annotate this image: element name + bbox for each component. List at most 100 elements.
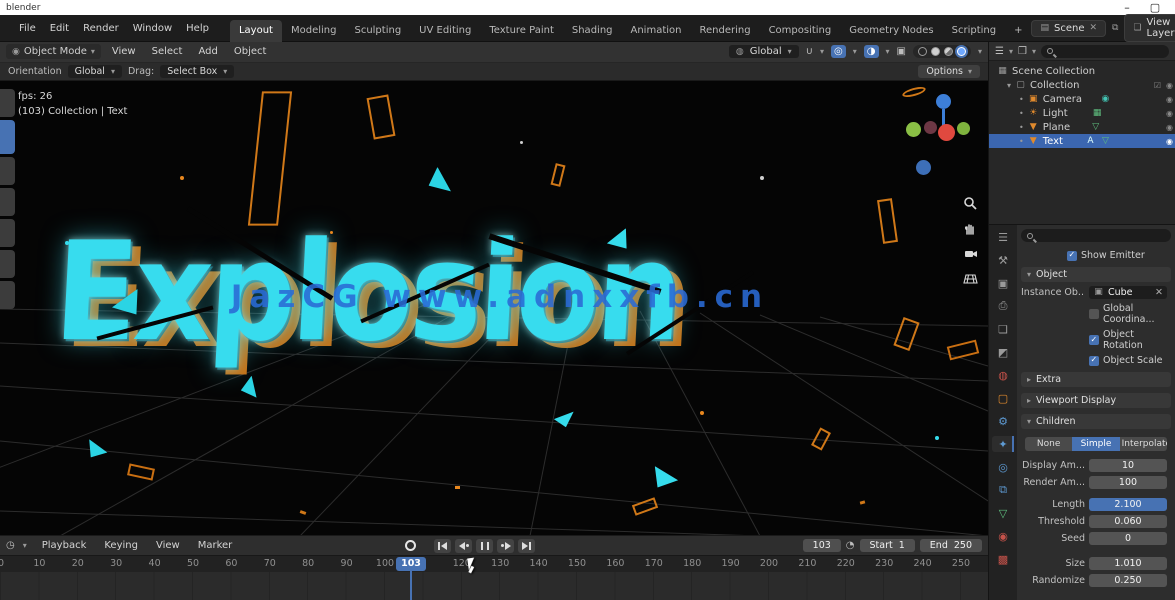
outliner-row-light[interactable]: • ☀ Light ▦ ◉ — [989, 106, 1175, 120]
drag-mode-dropdown[interactable]: Select Box▾ — [160, 65, 234, 78]
tab-texture[interactable]: ▩ — [992, 551, 1014, 567]
render-visibility-icon[interactable]: ◉ — [1166, 95, 1173, 104]
properties-search-input[interactable] — [1021, 229, 1171, 242]
tool-button[interactable] — [0, 281, 15, 309]
workspace-tab[interactable]: UV Editing — [410, 20, 480, 42]
pan-hand-icon[interactable] — [963, 221, 978, 236]
menu-item[interactable]: Edit — [43, 20, 76, 37]
clock-icon[interactable]: ◔ — [846, 540, 855, 551]
workspace-tab[interactable]: Shading — [563, 20, 622, 42]
timeline-menu-item[interactable]: Playback — [35, 537, 94, 554]
clock-editor-icon[interactable]: ◷ — [6, 540, 15, 551]
axis-y-neg-handle[interactable] — [957, 122, 970, 135]
length-field[interactable]: 2.100 — [1089, 498, 1167, 511]
threshold-field[interactable]: 0.060 — [1089, 515, 1167, 528]
timeline-menu-item[interactable]: View — [149, 537, 187, 554]
tab-output[interactable]: ⎙ — [992, 298, 1014, 314]
options-button[interactable]: Options▾ — [918, 65, 980, 78]
auto-keying-icon[interactable] — [405, 540, 416, 551]
workspace-tab[interactable]: Texture Paint — [480, 20, 563, 42]
global-coordinates-checkbox[interactable] — [1089, 309, 1099, 319]
axis-z-handle[interactable] — [936, 94, 951, 109]
frame-start-field[interactable]: Start1 — [860, 539, 915, 552]
render-amount-field[interactable]: 100 — [1089, 476, 1167, 489]
timeline-ruler[interactable]: 103 010203040506070809010012013014015016… — [0, 555, 988, 572]
randomize-field[interactable]: 0.250 — [1089, 574, 1167, 587]
render-visibility-icon[interactable]: ◉ — [1166, 81, 1173, 90]
workspace-tab[interactable]: Geometry Nodes — [840, 20, 942, 42]
outliner-search-input[interactable] — [1041, 45, 1169, 58]
viewport-menu-item[interactable]: View — [105, 43, 143, 60]
snap-magnet-icon[interactable]: ∪ — [806, 46, 813, 57]
viewport-menu-item[interactable]: Object — [227, 43, 274, 60]
scene-selector[interactable]: ▤Scene✕ — [1031, 20, 1106, 37]
timeline-channels[interactable] — [0, 572, 988, 600]
tab-world[interactable]: ◍ — [992, 367, 1014, 383]
display-mode-icon[interactable]: ❒ — [1018, 46, 1027, 57]
tool-button[interactable] — [0, 250, 15, 278]
camera-view-icon[interactable] — [963, 246, 978, 261]
children-interpolated-button[interactable]: Interpolated — [1120, 437, 1167, 451]
playhead[interactable]: 103 — [396, 557, 426, 571]
viewport-display-panel-header[interactable]: ▸Viewport Display — [1021, 393, 1171, 408]
viewport-menu-item[interactable]: Select — [145, 43, 190, 60]
previous-keyframe-button[interactable] — [455, 539, 472, 553]
workspace-tab[interactable]: Sculpting — [345, 20, 410, 42]
tab-particles-active[interactable]: ✦ — [992, 436, 1014, 452]
axis-x-handle[interactable] — [938, 124, 955, 141]
minimize-button[interactable]: – — [1113, 1, 1141, 14]
jump-to-start-button[interactable] — [434, 539, 451, 553]
tab-scene[interactable]: ◩ — [992, 344, 1014, 360]
workspace-tab[interactable]: Modeling — [282, 20, 346, 42]
instance-object-field[interactable]: ▣Cube✕ — [1089, 286, 1167, 299]
workspace-tab[interactable]: Scripting — [943, 20, 1005, 42]
gizmos-toggle-icon[interactable]: ◎ — [831, 45, 846, 58]
tool-button[interactable] — [0, 89, 15, 117]
orientation-dropdown[interactable]: ◍Global▾ — [729, 45, 799, 58]
pause-button[interactable] — [476, 539, 493, 553]
tool-button[interactable] — [0, 219, 15, 247]
perspective-toggle-icon[interactable] — [963, 271, 978, 286]
tab-modifiers[interactable]: ⚙ — [992, 413, 1014, 429]
overlays-toggle-icon[interactable]: ◑ — [864, 45, 879, 58]
size-field[interactable]: 1.010 — [1089, 557, 1167, 570]
object-panel-header[interactable]: ▾Object — [1021, 267, 1171, 282]
object-rotation-checkbox[interactable] — [1089, 335, 1099, 345]
workspace-tab[interactable]: + — [1005, 20, 1031, 42]
menu-item[interactable]: Render — [76, 20, 126, 37]
axis-x-neg-handle[interactable] — [924, 121, 937, 134]
render-visibility-icon[interactable]: ◉ — [1166, 123, 1173, 132]
outliner-row-plane[interactable]: • ▼ Plane ▽ ◉ — [989, 120, 1175, 134]
outliner-row-scene-collection[interactable]: ▦ Scene Collection — [989, 64, 1175, 78]
children-panel-header[interactable]: ▾Children — [1021, 414, 1171, 429]
tab-physics[interactable]: ◎ — [992, 459, 1014, 475]
chevron-down-icon[interactable]: ▾ — [1032, 47, 1036, 56]
timeline-menu-item[interactable]: Marker — [191, 537, 240, 554]
tab-view-layer[interactable]: ❏ — [992, 321, 1014, 337]
tab-material[interactable]: ◉ — [992, 528, 1014, 544]
zoom-icon[interactable] — [963, 196, 978, 211]
tab-object-data[interactable]: ▽ — [992, 505, 1014, 521]
select-box-tool-button[interactable] — [0, 120, 15, 154]
menu-item[interactable]: Window — [126, 20, 179, 37]
jump-to-end-button[interactable] — [518, 539, 535, 553]
view-layer-selector[interactable]: ❏View Layer✕ — [1124, 14, 1175, 42]
tab-constraints[interactable]: ⧉ — [992, 482, 1014, 498]
workspace-tab[interactable]: Animation — [622, 20, 691, 42]
workspace-tab[interactable]: Compositing — [760, 20, 841, 42]
display-amount-field[interactable]: 10 — [1089, 459, 1167, 472]
render-visibility-icon[interactable]: ◉ — [1166, 109, 1173, 118]
solid-shading-icon[interactable] — [931, 47, 940, 56]
3d-viewport[interactable]: fps: 26(103) Collection | Text Explosion… — [0, 81, 988, 535]
rendered-shading-icon[interactable] — [957, 47, 966, 56]
collection-checkbox-icon[interactable]: ☑ — [1154, 81, 1161, 90]
next-keyframe-button[interactable] — [497, 539, 514, 553]
render-visibility-icon[interactable]: ◉ — [1166, 137, 1173, 146]
clear-icon[interactable]: ✕ — [1155, 286, 1163, 299]
mode-dropdown[interactable]: ◉Object Mode▾ — [6, 44, 101, 59]
tab-render[interactable]: ▣ — [992, 275, 1014, 291]
wireframe-shading-icon[interactable] — [918, 47, 927, 56]
outliner-row-camera[interactable]: • ▣ Camera ◉ ◉ — [989, 92, 1175, 106]
outliner-editor-icon[interactable]: ☰ — [995, 46, 1004, 57]
extra-panel-header[interactable]: ▸Extra — [1021, 372, 1171, 387]
